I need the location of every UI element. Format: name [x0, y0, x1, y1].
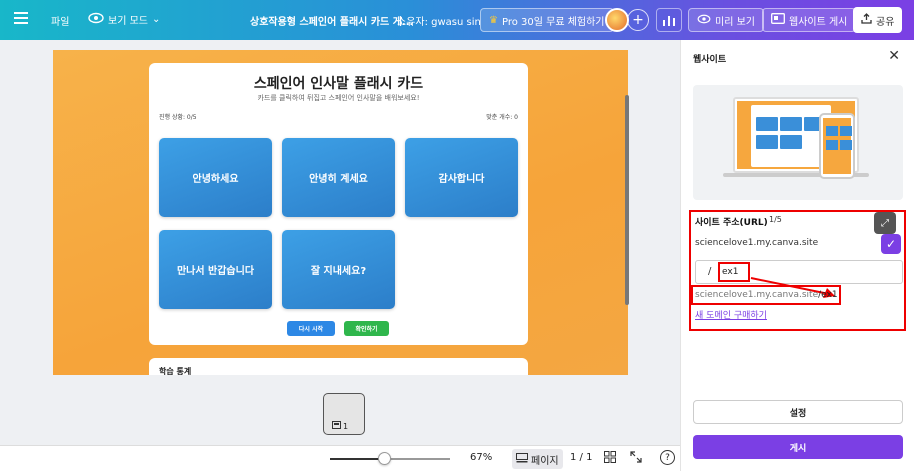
- owner-label: 소유자: gwasu sin: [397, 17, 481, 28]
- page-thumb-label: 1: [332, 421, 348, 431]
- site-url-section: 사이트 주소(URL) 1/5 sciencelove1.my.canva.si…: [689, 210, 906, 331]
- page-title: 스페인어 인사말 플래시 카드: [253, 76, 424, 92]
- publish-website-button[interactable]: 웹사이트 게시: [762, 8, 857, 32]
- preview-button[interactable]: 미리 보기: [688, 8, 764, 32]
- grid-view-icon[interactable]: [604, 451, 616, 466]
- progress-text: 진행 상황: 0/5: [159, 114, 197, 121]
- publish-website-label: 웹사이트 게시: [789, 16, 848, 28]
- url-count: 1/5: [769, 215, 782, 224]
- restart-button[interactable]: 다시 시작: [287, 321, 335, 336]
- share-label: 공유: [876, 16, 895, 28]
- design-page[interactable]: 스페인어 인사말 플래시 카드 카드를 클릭하여 뒤집고 스페인어 인사말을 배…: [53, 50, 628, 375]
- zoom-slider-handle[interactable]: [378, 452, 391, 465]
- add-collaborator-button[interactable]: +: [627, 9, 649, 31]
- zoom-level[interactable]: 67%: [470, 452, 492, 463]
- check-icon[interactable]: ✓: [881, 234, 901, 254]
- stats-title: 학습 통계: [159, 367, 192, 375]
- site-preview: ⤢: [693, 85, 903, 234]
- bar-chart-icon: [656, 8, 682, 32]
- full-url: sciencelove1.my.canva.site/ex1: [691, 285, 841, 305]
- plus-icon: +: [627, 9, 649, 31]
- buy-domain-link[interactable]: 새 도메인 구매하기: [695, 308, 767, 321]
- page-subtitle: 카드를 클릭하여 뒤집고 스페인어 인사말을 배워보세요!: [257, 94, 420, 102]
- check-button[interactable]: 확인하기: [344, 321, 389, 336]
- flashcard[interactable]: 안녕하세요: [159, 138, 272, 217]
- flashcard[interactable]: 감사합니다: [405, 138, 518, 217]
- chevron-down-icon: ⌄: [151, 14, 161, 25]
- flashcard[interactable]: 잘 지내세요?: [282, 230, 395, 309]
- pages-icon: [516, 452, 528, 466]
- eye-icon: [697, 14, 711, 27]
- panel-title: 웹사이트: [693, 55, 727, 65]
- url-label: 사이트 주소(URL): [695, 218, 768, 228]
- full-url-suffix: /ex1: [818, 290, 838, 300]
- flashcard-panel: 스페인어 인사말 플래시 카드 카드를 클릭하여 뒤집고 스페인어 인사말을 배…: [149, 63, 528, 345]
- canvas-scrollbar[interactable]: [625, 95, 629, 305]
- upload-icon: [861, 13, 872, 27]
- avatar[interactable]: [605, 8, 629, 32]
- page-counter: 1 / 1: [570, 452, 593, 463]
- preview-label: 미리 보기: [715, 16, 755, 28]
- close-icon[interactable]: ✕: [888, 48, 900, 64]
- document-title[interactable]: 상호작용형 스페인어 플래시 카드 게...: [250, 13, 413, 28]
- full-url-base: sciencelove1.my.canva.site: [695, 290, 819, 300]
- file-menu[interactable]: 파일: [51, 13, 69, 28]
- matched-count: 맞춘 개수: 0: [486, 114, 518, 121]
- eye-icon: [88, 12, 104, 27]
- website-icon: [771, 13, 785, 27]
- flashcard[interactable]: 안녕히 계세요: [282, 138, 395, 217]
- stats-panel: 학습 통계: [149, 358, 528, 375]
- website-panel: 웹사이트 ✕ ⤢ 사이트 주소(URL) 1/5 sciencelove1.my…: [680, 40, 914, 471]
- bottom-bar: 67% 페이지 1 / 1 ?: [0, 445, 680, 471]
- menu-icon[interactable]: [14, 12, 28, 24]
- domain-option[interactable]: sciencelove1.my.canva.site: [695, 238, 818, 248]
- publish-button[interactable]: 게시: [693, 435, 903, 459]
- crown-icon: ♛: [489, 14, 498, 26]
- zoom-slider-fill: [330, 458, 384, 460]
- path-value[interactable]: ex1: [718, 262, 750, 282]
- help-icon[interactable]: ?: [660, 450, 675, 465]
- phone-mockup: [819, 113, 855, 179]
- canvas-area: 스페인어 인사말 플래시 카드 카드를 클릭하여 뒤집고 스페인어 인사말을 배…: [0, 40, 680, 471]
- fullscreen-icon[interactable]: [630, 451, 642, 466]
- pages-toggle[interactable]: 페이지: [512, 449, 563, 469]
- pro-trial-label: Pro 30일 무료 체험하기: [501, 16, 605, 28]
- insights-button[interactable]: [656, 8, 682, 32]
- path-slash: /: [708, 266, 712, 277]
- share-button[interactable]: 공유: [853, 7, 903, 33]
- pro-trial-button[interactable]: ♛ Pro 30일 무료 체험하기: [480, 8, 614, 32]
- view-mode-label: 보기 모드: [108, 16, 148, 27]
- top-bar: 파일 보기 모드 ⌄ 상호작용형 스페인어 플래시 카드 게... 소유자: g…: [0, 0, 914, 40]
- page-thumbnail[interactable]: 1: [323, 393, 365, 435]
- page-icon: [332, 421, 341, 431]
- view-mode-menu[interactable]: 보기 모드 ⌄: [88, 12, 160, 27]
- settings-button[interactable]: 설정: [693, 400, 903, 424]
- flashcard[interactable]: 만나서 반갑습니다: [159, 230, 272, 309]
